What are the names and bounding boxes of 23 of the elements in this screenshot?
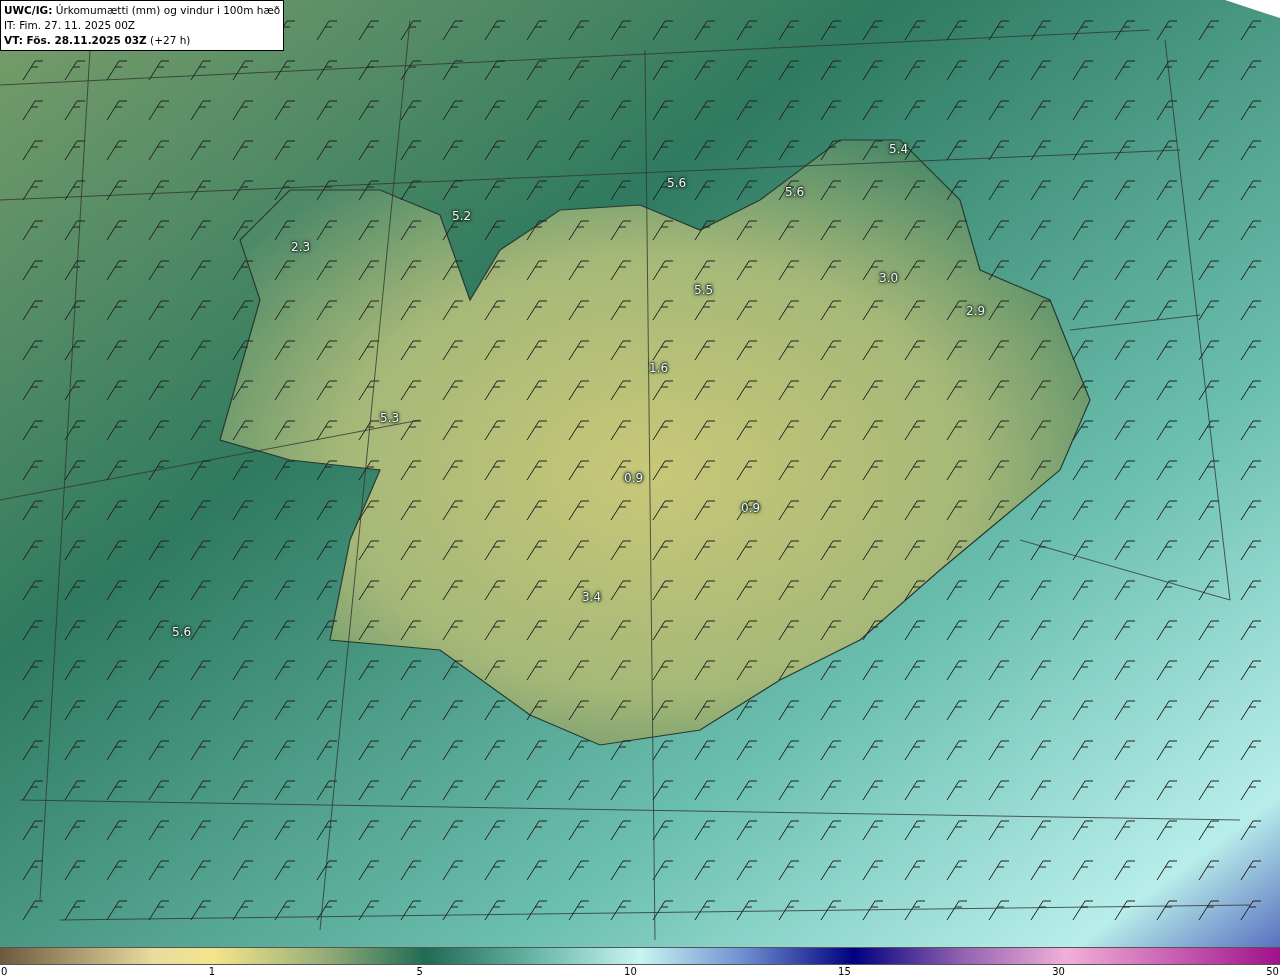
value-label: 5.6 [667,176,687,190]
issue-time: IT: Fim. 27. 11. 2025 00Z [4,18,136,33]
scale-tick-label: 30 [1052,965,1065,978]
scale-tick-label: 0 [1,965,8,978]
scale-tick-label: 5 [416,965,423,978]
scale-tick-label: 10 [624,965,637,978]
value-label: 0.9 [624,471,644,485]
value-label: 5.4 [889,142,909,156]
value-label: 5.2 [452,209,472,223]
map-title: UWC/IG: Úrkomumætti (mm) og vindur i 100m hæð [4,3,281,18]
value-label: 1.6 [649,361,669,375]
value-label: 5.6 [785,185,805,199]
value-label: 2.3 [291,240,311,254]
value-label: 3.4 [582,590,602,604]
value-label: 3.0 [879,271,899,285]
value-label: 5.5 [694,283,714,297]
scale-tick-label: 50 [1266,965,1279,978]
value-label: 5.3 [380,411,400,425]
value-label: 2.9 [966,304,986,318]
scale-tick-label: 15 [838,965,851,978]
scale-tick-label: 1 [208,965,216,978]
value-label: 5.6 [172,625,192,639]
valid-time: VT: Fös. 28.11.2025 03Z (+27 h) [4,33,192,48]
